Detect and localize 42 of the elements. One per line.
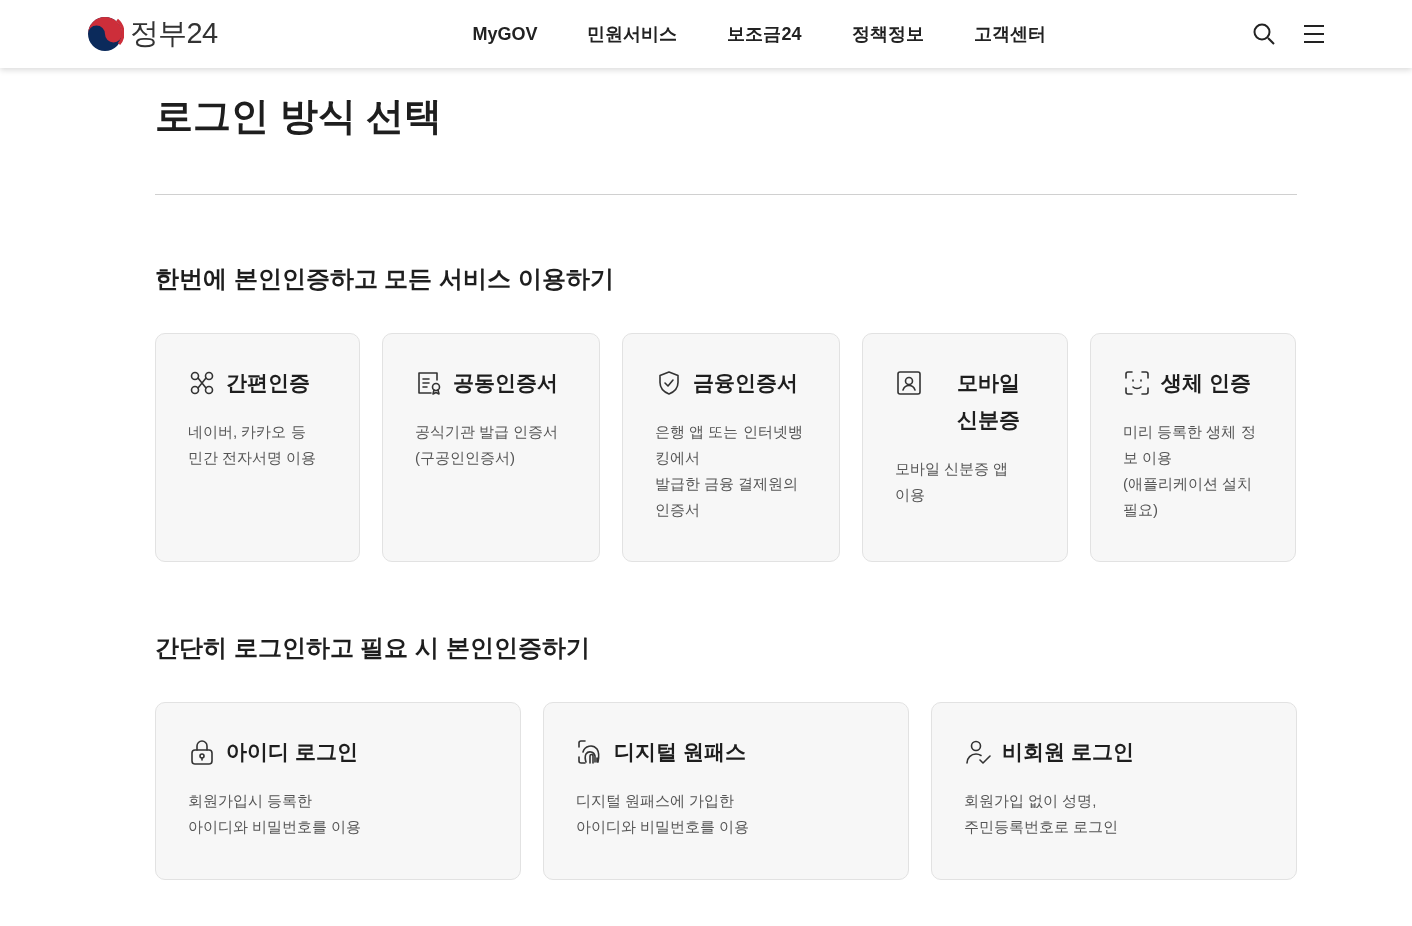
card-description: 모바일 신분증 앱 이용	[895, 459, 1010, 505]
section-heading: 간단히 로그인하고 필요 시 본인인증하기	[155, 633, 591, 663]
nav-link[interactable]: 고객센터	[973, 20, 1046, 48]
login-option-card[interactable]: 금융인증서 은행 앱 또는 인터넷뱅 킹에서 발급한 금융 결제원의 인증서	[622, 333, 840, 562]
card-description: 네이버, 카카오 등 민간 전자서명 이용	[188, 422, 318, 468]
card-title: 디지털 원패스	[614, 739, 746, 765]
search-button[interactable]	[1252, 22, 1276, 46]
card-title: 비회원 로그인	[1002, 739, 1134, 765]
card-title: 금융인증서	[693, 370, 798, 396]
face-scan-icon	[1123, 369, 1151, 397]
card-description: 회원가입 없이 성명, 주민등록번호로 로그인	[964, 791, 1120, 837]
card-description: 미리 등록한 생체 정 보 이용 (애플리케이션 설치 필요)	[1123, 422, 1257, 520]
card-title: 생체 인증	[1161, 370, 1251, 396]
login-option-card[interactable]: 간편인증 네이버, 카카오 등 민간 전자서명 이용	[155, 333, 360, 562]
certificate-icon	[415, 369, 443, 397]
nav-link[interactable]: 정책정보	[851, 20, 924, 48]
login-option-card[interactable]: 아이디 로그인 회원가입시 등록한 아이디와 비밀번호를 이용	[155, 702, 521, 880]
login-option-card[interactable]: 비회원 로그인 회원가입 없이 성명, 주민등록번호로 로그인	[931, 702, 1297, 880]
card-description: 은행 앱 또는 인터넷뱅 킹에서 발급한 금융 결제원의 인증서	[655, 422, 804, 520]
login-option-card[interactable]: 생체 인증 미리 등록한 생체 정 보 이용 (애플리케이션 설치 필요)	[1090, 333, 1296, 562]
section-heading: 한번에 본인인증하고 모든 서비스 이용하기	[155, 264, 615, 294]
login-option-card[interactable]: 모바일 신분증 모바일 신분증 앱 이용	[862, 333, 1068, 562]
login-option-card[interactable]: 디지털 원패스 디지털 원패스에 가입한 아이디와 비밀번호를 이용	[543, 702, 909, 880]
emblem-icon	[86, 15, 124, 53]
card-description: 회원가입시 등록한 아이디와 비밀번호를 이용	[188, 791, 363, 837]
padlock-icon	[188, 738, 216, 766]
site-logo[interactable]: 정부24	[130, 12, 218, 56]
card-title: 간편인증	[226, 370, 310, 396]
nav-link[interactable]: 보조금24	[727, 20, 802, 48]
person-check-icon	[964, 738, 992, 766]
card-description: 디지털 원패스에 가입한 아이디와 비밀번호를 이용	[576, 791, 751, 837]
nav-link[interactable]: 민원서비스	[587, 20, 678, 48]
nodes-icon	[188, 369, 216, 397]
nav-link[interactable]: MyGOV	[472, 20, 538, 48]
card-title: 모바일 신분증	[955, 370, 1021, 433]
login-option-card[interactable]: 공동인증서 공식기관 발급 인증서 (구공인인증서)	[382, 333, 600, 562]
card-title: 아이디 로그인	[226, 739, 358, 765]
person-card-icon	[895, 369, 923, 397]
page-title: 로그인 방식 선택	[155, 94, 444, 139]
card-description: 공식기관 발급 인증서 (구공인인증서)	[415, 422, 560, 468]
menu-button[interactable]	[1302, 22, 1326, 46]
card-title: 공동인증서	[453, 370, 558, 396]
